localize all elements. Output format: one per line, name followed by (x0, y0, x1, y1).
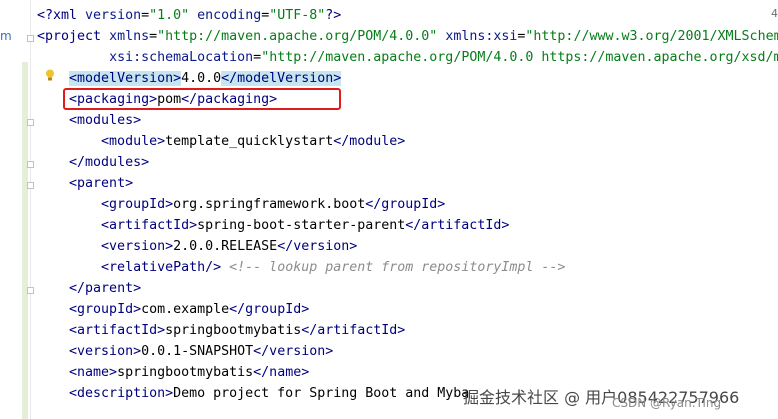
code-token: </version> (277, 239, 358, 254)
code-token: </artifactId> (405, 218, 510, 233)
code-token: xmlns (109, 29, 150, 44)
code-token: </parent> (69, 281, 142, 296)
code-token: "http://www.w3.org/2001/XMLSchem (525, 29, 778, 44)
code-token: </module> (333, 134, 406, 149)
code-token: = (141, 8, 150, 23)
code-line[interactable]: <name>springbootmybatis</name> (37, 362, 309, 383)
code-token: version (85, 8, 142, 23)
code-token: springbootmybatis (117, 365, 254, 380)
code-token: <relativePath/> (101, 260, 222, 275)
code-token: </groupId> (365, 197, 446, 212)
code-line[interactable]: <version>2.0.0.RELEASE</version> (37, 236, 357, 257)
code-token: "UTF-8" (269, 8, 326, 23)
code-token: "http://maven.apache.org/POM/4.0.0 https… (261, 50, 778, 65)
code-token: <version> (101, 239, 174, 254)
code-token: template_quicklystart (165, 134, 334, 149)
code-token: ?> (325, 8, 342, 23)
code-token: "http://maven.apache.org/POM/4.0.0" (157, 29, 438, 44)
code-line[interactable]: </modules> (37, 152, 149, 173)
code-token: <artifactId> (101, 218, 198, 233)
code-token: org.springframework.boot (173, 197, 366, 212)
code-token: com.example (141, 302, 230, 317)
fold-toggle-parent[interactable] (27, 182, 34, 189)
code-token: Demo project for Spring Boot and Myba (173, 386, 470, 401)
code-token: </version> (253, 344, 334, 359)
code-token: xmlns:xsi (445, 29, 518, 44)
code-token: <parent> (69, 176, 134, 191)
code-token: <version> (69, 344, 142, 359)
code-token: <description> (69, 386, 174, 401)
inspection-indicator: 4 (771, 7, 778, 20)
code-token: </modules> (69, 155, 150, 170)
code-token: </name> (253, 365, 310, 380)
code-token: <modules> (69, 113, 142, 128)
code-token: 4.0.0 (181, 71, 222, 86)
code-token: "1.0" (149, 8, 190, 23)
code-token: <!-- lookup parent from repositoryImpl -… (229, 260, 566, 275)
code-token: xsi:schemaLocation (109, 50, 254, 65)
code-token: <artifactId> (69, 323, 166, 338)
code-line[interactable]: <relativePath/> <!-- lookup parent from … (37, 257, 565, 278)
code-line[interactable]: <module>template_quicklystart</module> (37, 131, 405, 152)
code-line[interactable]: <artifactId>springbootmybatis</artifactI… (37, 320, 405, 341)
code-line[interactable]: <version>0.0.1-SNAPSHOT</version> (37, 341, 333, 362)
fold-toggle-project[interactable] (27, 35, 34, 42)
code-token: <?xml (37, 8, 86, 23)
code-token: 2.0.0.RELEASE (173, 239, 278, 254)
code-token: <project (37, 29, 110, 44)
code-token: 0.0.1-SNAPSHOT (141, 344, 254, 359)
code-token: </artifactId> (301, 323, 406, 338)
code-line[interactable]: xsi:schemaLocation="http://maven.apache.… (37, 47, 778, 68)
code-token: encoding (197, 8, 262, 23)
code-line[interactable]: <parent> (37, 173, 133, 194)
code-token: = (253, 50, 262, 65)
code-line[interactable]: <modules> (37, 110, 141, 131)
code-token: <groupId> (101, 197, 174, 212)
code-token: springbootmybatis (165, 323, 302, 338)
code-token: spring-boot-starter-parent (197, 218, 406, 233)
code-token: <groupId> (69, 302, 142, 317)
code-token: <modelVersion> (69, 71, 182, 86)
fold-toggle-parent-end[interactable] (27, 287, 34, 294)
watermark-secondary: CSDN @Ryan.Ting (612, 396, 722, 410)
fold-toggle-modules-end[interactable] (27, 161, 34, 168)
code-line[interactable]: <description>Demo project for Spring Boo… (37, 383, 469, 404)
code-line[interactable]: </parent> (37, 278, 141, 299)
code-token: <name> (69, 365, 118, 380)
code-token: <module> (101, 134, 166, 149)
code-line[interactable]: <project xmlns="http://maven.apache.org/… (37, 26, 778, 47)
packaging-highlight-box (63, 88, 341, 110)
fold-toggle-modules[interactable] (27, 119, 34, 126)
gutter-mark: m (0, 29, 12, 43)
code-line[interactable]: <artifactId>spring-boot-starter-parent</… (37, 215, 509, 236)
code-token: </groupId> (229, 302, 310, 317)
code-line[interactable]: <groupId>com.example</groupId> (37, 299, 309, 320)
code-line[interactable]: <groupId>org.springframework.boot</group… (37, 194, 445, 215)
code-line[interactable]: <?xml version="1.0" encoding="UTF-8"?> (37, 5, 341, 26)
vcs-change-bar (22, 62, 28, 419)
code-token: </modelVersion> (221, 71, 342, 86)
code-line[interactable]: <modelVersion>4.0.0</modelVersion> (37, 68, 342, 89)
code-token: = (149, 29, 158, 44)
